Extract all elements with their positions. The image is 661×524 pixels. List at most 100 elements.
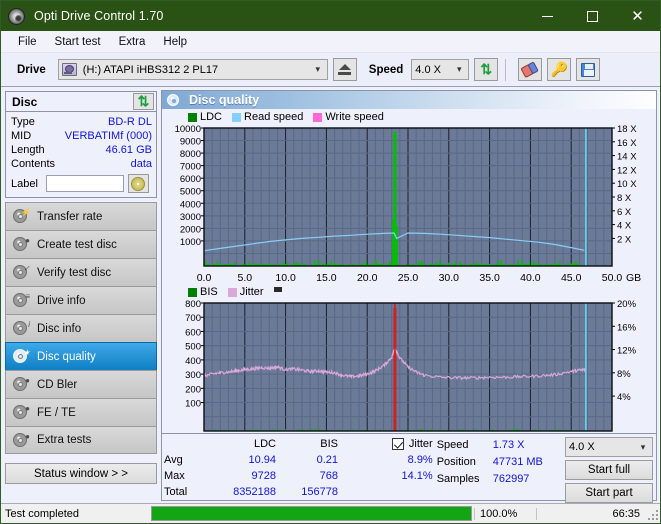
- resize-grip[interactable]: [646, 508, 658, 520]
- menu-item-extra[interactable]: Extra: [110, 34, 155, 50]
- chevron-down-icon: ▾: [457, 64, 462, 74]
- sidebar-item-fe-te[interactable]: ● FE / TE: [5, 398, 157, 426]
- progress-bar: [151, 506, 472, 521]
- svg-text:14 X: 14 X: [617, 152, 637, 163]
- stats-total-bis: 156778: [301, 486, 338, 498]
- close-icon: ✕: [631, 7, 644, 25]
- disc-icon: [8, 7, 25, 25]
- content-area: Disc quality LDC Read speed Write speed: [160, 87, 660, 505]
- main-body: Disc ⇅ Type BD-R DL MID VERBATIMf (000): [1, 87, 660, 505]
- sidebar-item-label: Drive info: [37, 294, 86, 307]
- sidebar-item-verify-test-disc[interactable]: ✓ Verify test disc: [5, 258, 157, 286]
- stats-panel: LDC BIS Avg 10.94 0.21 Max 9728 768 Tota…: [162, 433, 656, 503]
- save-button[interactable]: [576, 58, 601, 81]
- key-button[interactable]: 🔑: [547, 58, 572, 81]
- x-tick-label: 15.0: [316, 272, 337, 284]
- sidebar-item-disc-quality[interactable]: ★ Disc quality: [5, 342, 157, 370]
- disc-panel-header: Disc ⇅: [6, 92, 156, 112]
- window-title: Opti Drive Control 1.70: [34, 9, 164, 23]
- drive-select-value: (H:) ATAPI iHBS312 2 PL17: [82, 63, 219, 76]
- sidebar-item-transfer-rate[interactable]: ⚡ Transfer rate: [5, 202, 157, 230]
- disc-icon: ●: [12, 432, 30, 449]
- disc-icon: ≡: [12, 292, 30, 309]
- disc-row-contents-key: Contents: [11, 158, 56, 170]
- sidebar-item-disc-info[interactable]: i Disc info: [5, 314, 157, 342]
- svg-text:4000: 4000: [180, 199, 201, 210]
- progress-percent: 100.0%: [474, 507, 536, 520]
- disc-icon: i: [12, 320, 30, 337]
- disc-refresh-button[interactable]: ⇅: [133, 93, 154, 110]
- legend-swatch-bis: [188, 287, 197, 297]
- disc-icon: ★: [12, 348, 30, 365]
- speed-select[interactable]: 4.0 X ▾: [411, 59, 470, 80]
- svg-text:9000: 9000: [180, 137, 201, 148]
- x-tick-label: 45.0: [560, 272, 582, 284]
- eject-icon: [338, 64, 352, 75]
- toolbar-divider: [505, 58, 507, 81]
- menu-item-file[interactable]: File: [9, 34, 46, 50]
- minimize-button[interactable]: [525, 1, 570, 31]
- svg-text:8 X: 8 X: [617, 193, 632, 204]
- svg-text:12%: 12%: [617, 346, 637, 357]
- eject-button[interactable]: [332, 58, 357, 81]
- disc-label-button[interactable]: [127, 174, 149, 193]
- stats-table: LDC BIS Avg 10.94 0.21 Max 9728 768 Tota…: [162, 434, 342, 500]
- x-tick-label: 0.0: [196, 272, 212, 284]
- bottom-chart-svg: 800 700 600 500 400 300 200 100 20% 16% 12% 8% 4%: [185, 299, 637, 432]
- drive-label: Drive: [17, 63, 46, 76]
- sidebar-item-label: Disc info: [37, 322, 82, 335]
- key-icon: 🔑: [550, 61, 569, 77]
- sidebar-item-extra-tests[interactable]: ● Extra tests: [5, 426, 157, 454]
- maximize-button[interactable]: [570, 1, 615, 31]
- chevron-down-icon: ▾: [315, 64, 321, 74]
- disc-quality-header: Disc quality: [162, 91, 656, 109]
- legend-label-jitter: Jitter: [239, 286, 264, 298]
- stats-samples-value: 762997: [492, 473, 530, 485]
- refresh-icon: ⇅: [137, 93, 150, 109]
- legend-item-write-speed: Write speed: [313, 111, 384, 123]
- svg-text:5000: 5000: [180, 187, 201, 198]
- status-window-wrap: Status window > >: [5, 463, 157, 484]
- menu-item-start-test[interactable]: Start test: [46, 34, 110, 50]
- stats-max-bis: 768: [319, 470, 338, 482]
- bottom-chart: 800 700 600 500 400 300 200 100 20% 16% 12% 8% 4%: [162, 299, 656, 437]
- x-tick-label: 20.0: [356, 272, 378, 284]
- status-window-button[interactable]: Status window > >: [5, 463, 157, 484]
- menu-item-help[interactable]: Help: [154, 34, 196, 50]
- x-tick-label: 5.0: [237, 272, 253, 284]
- svg-text:12 X: 12 X: [617, 165, 637, 176]
- stats-position-label: Position: [436, 456, 476, 468]
- disc-row-contents: Contents data: [11, 157, 152, 171]
- jitter-label: Jitter: [408, 438, 433, 450]
- refresh-drive-button[interactable]: ⇅: [474, 58, 499, 81]
- erase-button[interactable]: [518, 58, 543, 81]
- title-bar: Opti Drive Control 1.70 ✕: [1, 1, 660, 31]
- svg-text:6 X: 6 X: [617, 207, 632, 218]
- stats-corner: [164, 436, 208, 452]
- sidebar-item-label: Create test disc: [37, 238, 117, 251]
- sidebar-item-create-test-disc[interactable]: ● Create test disc: [5, 230, 157, 258]
- legend-label-write-speed: Write speed: [325, 111, 384, 123]
- stats-actions: 4.0 X ▾ Start full Start part: [565, 434, 656, 503]
- x-tick-label: 30.0: [438, 272, 460, 284]
- sidebar-item-drive-info[interactable]: ≡ Drive info: [5, 286, 157, 314]
- speed-label: Speed: [368, 63, 404, 76]
- legend-item-ldc: LDC: [188, 111, 222, 123]
- svg-text:700: 700: [185, 313, 201, 324]
- jitter-checkbox[interactable]: [391, 438, 404, 450]
- disc-label-input[interactable]: [45, 175, 124, 192]
- stats-speed-label: Speed: [436, 439, 469, 451]
- disc-row-mid-key: MID: [11, 130, 32, 142]
- svg-text:6000: 6000: [180, 174, 201, 185]
- start-full-button[interactable]: Start full: [565, 460, 653, 480]
- drive-select[interactable]: (H:) ATAPI iHBS312 2 PL17 ▾: [57, 59, 328, 80]
- disc-row-contents-value: data: [130, 158, 152, 170]
- drive-toolbar: Drive (H:) ATAPI iHBS312 2 PL17 ▾ Speed …: [1, 53, 660, 87]
- disc-row-length-value: 46.61 GB: [105, 144, 152, 156]
- cd-icon: [131, 176, 146, 191]
- close-button[interactable]: ✕: [615, 1, 660, 31]
- sidebar-item-cd-bler[interactable]: ● CD Bler: [5, 370, 157, 398]
- start-part-button[interactable]: Start part: [565, 483, 653, 503]
- test-speed-select[interactable]: 4.0 X ▾: [565, 437, 653, 457]
- stats-row-avg-label: Avg: [164, 454, 183, 466]
